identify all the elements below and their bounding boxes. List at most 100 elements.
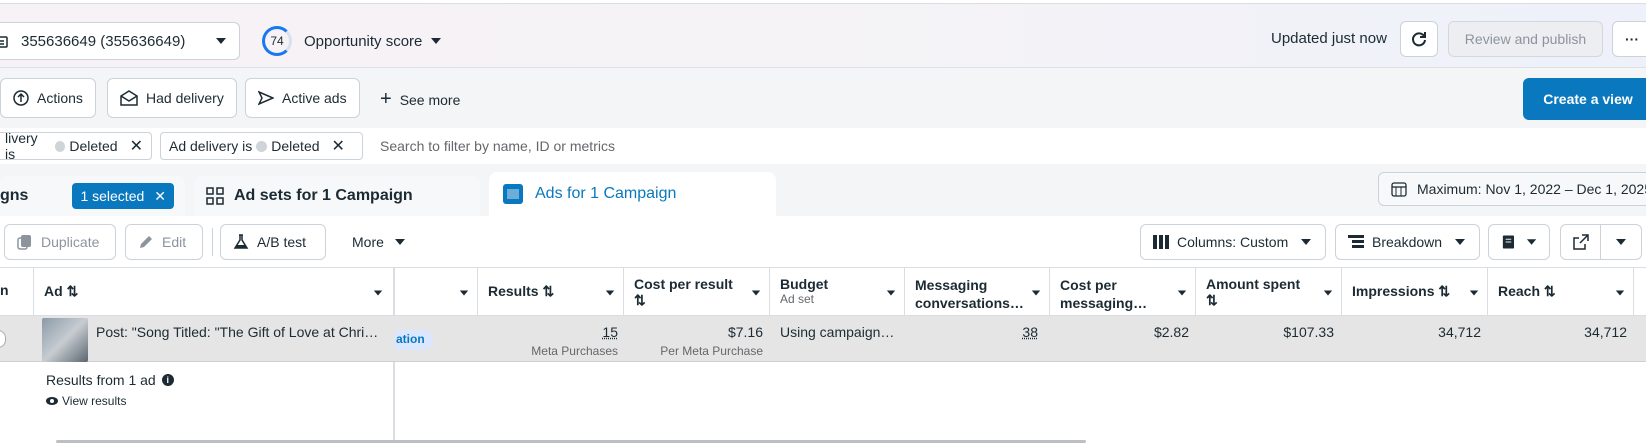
more-options-button[interactable]: ··· <box>1612 21 1646 57</box>
account-icon <box>0 35 9 49</box>
chevron-down-icon <box>459 288 469 298</box>
view-results-link[interactable]: View results <box>46 394 126 408</box>
close-icon[interactable]: ✕ <box>130 136 143 156</box>
filter-bar: livery is Deleted ✕ Ad delivery is Delet… <box>0 128 1646 164</box>
export-button[interactable] <box>1560 224 1642 260</box>
header-amount-spent[interactable]: Amount spent ⇅ <box>1196 268 1342 316</box>
edit-button[interactable]: Edit <box>125 224 203 260</box>
eye-icon <box>46 396 58 406</box>
header-reach[interactable]: Reach ⇅ <box>1488 268 1634 316</box>
close-icon[interactable]: ✕ <box>154 188 166 205</box>
more-dropdown[interactable]: More <box>340 224 420 260</box>
info-icon[interactable]: i <box>162 374 174 386</box>
date-range-label: Maximum: Nov 1, 2022 – Dec 1, 2025 <box>1417 181 1646 197</box>
chevron-down-icon <box>1177 288 1187 298</box>
calendar-icon <box>1391 181 1407 197</box>
ads-table: Results ⇅ Cost per result ⇅ Budget Ad se… <box>0 268 1646 443</box>
chevron-down-icon <box>605 288 615 298</box>
tab-campaigns-label: gns <box>0 187 28 205</box>
grid-icon <box>206 187 224 205</box>
budget-value: Using campaign… <box>780 324 894 340</box>
send-icon <box>258 90 274 106</box>
header-results[interactable]: Results ⇅ <box>478 268 624 316</box>
review-publish-button[interactable]: Review and publish <box>1448 21 1603 57</box>
chevron-down-icon <box>373 288 383 298</box>
top-bar: 355636649 (355636649) 74 Opportunity sco… <box>0 0 1646 68</box>
chevron-down-icon[interactable] <box>1615 236 1627 248</box>
results-summary: Results from 1 ad i <box>46 372 174 388</box>
chevron-down-icon <box>430 35 442 47</box>
upload-circle-icon <box>13 90 29 106</box>
header-checkbox-col: n <box>0 268 34 316</box>
account-selector[interactable]: 355636649 (355636649) <box>0 22 240 60</box>
search-input[interactable]: Search to filter by name, ID or metrics <box>380 138 615 154</box>
chevron-down-icon <box>886 288 896 298</box>
close-icon[interactable]: ✕ <box>332 136 345 156</box>
filter-chip-prefix: Ad delivery is <box>169 138 252 154</box>
chevron-down-icon <box>1323 288 1333 298</box>
tab-ad-sets[interactable]: Ad sets for 1 Campaign <box>194 176 480 216</box>
sort-icon: ⇅ <box>1544 283 1556 299</box>
had-delivery-button[interactable]: Had delivery <box>107 78 237 118</box>
messaging-value[interactable]: 38 <box>905 324 1038 340</box>
header-ad[interactable]: Ad ⇅ <box>34 268 395 316</box>
see-more-label: See more <box>400 92 461 108</box>
see-more-button[interactable]: + See more <box>380 88 460 111</box>
reports-button[interactable] <box>1488 224 1550 260</box>
export-icon-wrap[interactable] <box>1561 225 1601 259</box>
sort-icon: ⇅ <box>1206 292 1331 309</box>
breakdown-icon <box>1348 235 1364 249</box>
cost-per-result-sub: Per Meta Purchase <box>624 344 763 358</box>
duplicate-button[interactable]: Duplicate <box>4 224 116 260</box>
chevron-down-icon <box>1300 236 1312 248</box>
chevron-down-icon <box>751 288 761 298</box>
ad-icon <box>503 184 523 204</box>
selected-chip-label: 1 selected <box>80 188 144 204</box>
tab-ad-sets-label: Ad sets for 1 Campaign <box>234 187 413 205</box>
duplicate-icon <box>17 234 33 250</box>
tab-campaigns[interactable]: gns 1 selected ✕ <box>0 176 185 216</box>
tab-ads-label: Ads for 1 Campaign <box>535 185 676 203</box>
columns-button[interactable]: Columns: Custom <box>1140 224 1326 260</box>
pencil-icon <box>138 234 154 250</box>
columns-label: Columns: Custom <box>1177 234 1288 250</box>
create-view-button[interactable]: Create a view <box>1523 78 1646 120</box>
more-icon: ··· <box>1625 31 1639 47</box>
header-cost-per-result[interactable]: Cost per result ⇅ <box>624 268 770 316</box>
active-ads-button[interactable]: Active ads <box>245 78 360 118</box>
chevron-down-icon <box>1454 236 1466 248</box>
status-dot <box>55 141 66 152</box>
results-value[interactable]: 15 <box>478 324 618 340</box>
header-delivery[interactable] <box>395 268 478 316</box>
filter-chip-ad-delivery[interactable]: Ad delivery is Deleted ✕ <box>160 132 363 160</box>
frozen-ad-column: n Ad ⇅ Post: "Song Titled: "The Gift of … <box>0 268 395 443</box>
sort-icon: ⇅ <box>634 292 759 309</box>
ab-test-label: A/B test <box>257 234 306 250</box>
tab-ads[interactable]: Ads for 1 Campaign <box>489 172 776 216</box>
selected-chip[interactable]: 1 selected ✕ <box>72 183 174 209</box>
reach-value: 34,712 <box>1488 324 1627 340</box>
results-sub: Meta Purchases <box>478 344 618 358</box>
ad-name[interactable]: Post: "Song Titled: "The Gift of Love at… <box>96 324 378 340</box>
toolbar-divider <box>212 228 213 256</box>
opportunity-score-ring: 74 <box>262 26 292 56</box>
header-budget[interactable]: Budget Ad set <box>770 268 905 316</box>
opportunity-score[interactable]: 74 Opportunity score <box>262 26 442 56</box>
header-impressions[interactable]: Impressions ⇅ <box>1342 268 1488 316</box>
actions-button[interactable]: Actions <box>0 78 96 118</box>
amount-spent-value: $107.33 <box>1196 324 1334 340</box>
date-range-picker[interactable]: Maximum: Nov 1, 2022 – Dec 1, 2025 <box>1378 172 1646 206</box>
breakdown-button[interactable]: Breakdown <box>1335 224 1480 260</box>
refresh-button[interactable] <box>1400 21 1438 57</box>
had-delivery-label: Had delivery <box>146 90 224 106</box>
header-messaging-conversations[interactable]: Messaging conversations… <box>905 268 1050 316</box>
export-icon <box>1573 234 1589 250</box>
ad-thumbnail[interactable] <box>42 318 88 362</box>
ab-test-button[interactable]: A/B test <box>220 224 326 260</box>
filter-chip-delivery[interactable]: livery is Deleted ✕ <box>0 132 152 160</box>
header-cost-per-messaging[interactable]: Cost per messaging… <box>1050 268 1196 316</box>
envelope-icon <box>120 90 138 106</box>
chevron-down-icon <box>1469 288 1479 298</box>
table-toolbar: Duplicate Edit A/B test More Columns: Cu… <box>0 216 1646 268</box>
more-label: More <box>352 234 384 250</box>
